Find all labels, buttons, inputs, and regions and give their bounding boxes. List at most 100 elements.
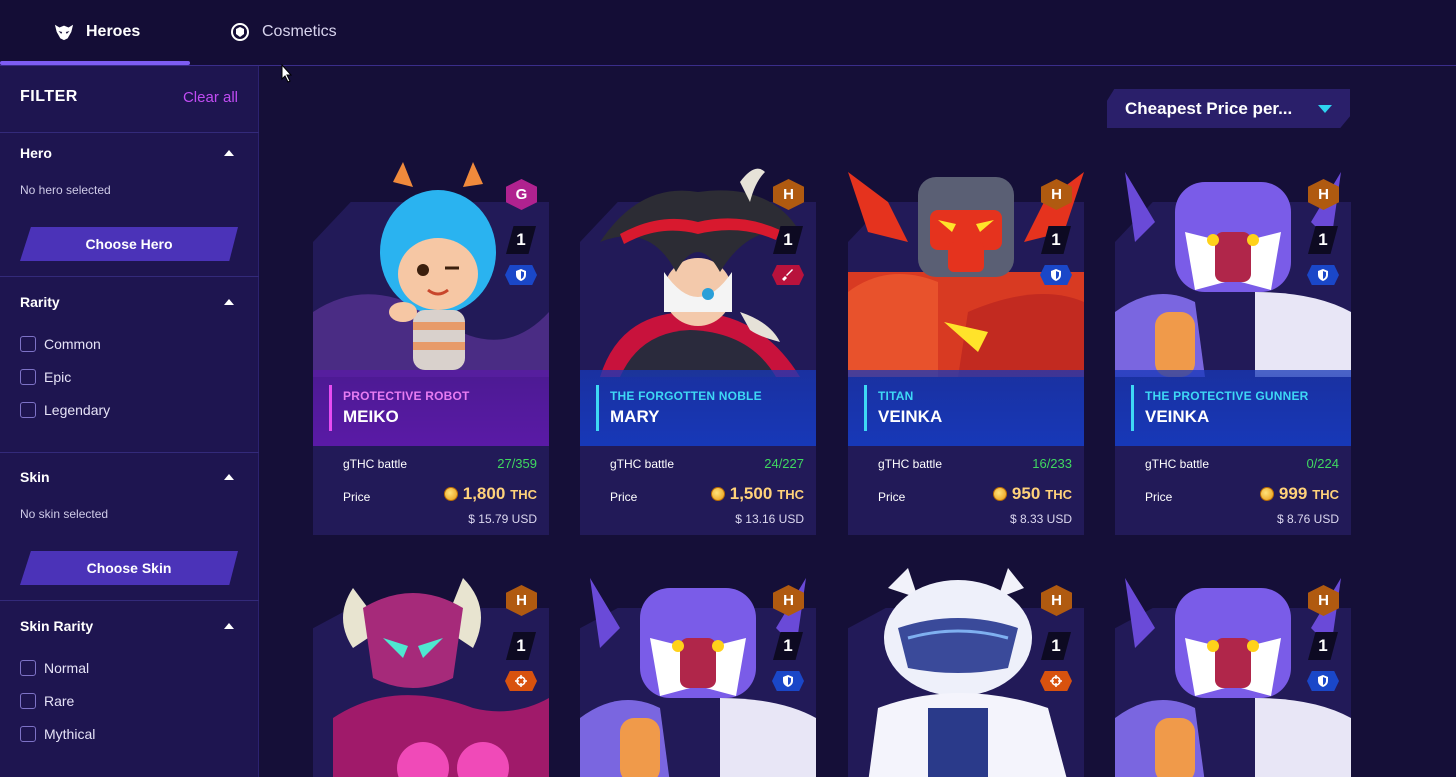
hero-card[interactable]: H 1 — [848, 568, 1084, 777]
clear-all-link[interactable]: Clear all — [183, 89, 238, 106]
price-currency: THC — [1045, 486, 1072, 502]
battle-value: 27/359 — [497, 456, 537, 471]
battle-label: gTHC battle — [1145, 457, 1210, 471]
divider — [0, 276, 259, 277]
checkbox[interactable] — [20, 726, 36, 742]
battle-value: 16/233 — [1032, 456, 1072, 471]
skin-rarity-option-normal[interactable]: Normal — [20, 660, 89, 676]
name-band: .b1::before{background:#e84cf2;} PROTECT… — [313, 370, 549, 446]
price-amount: 999 — [1278, 484, 1308, 503]
price-row: Price 1,800 THC — [343, 484, 537, 504]
price-label: Price — [343, 490, 371, 504]
checkbox[interactable] — [20, 369, 36, 385]
accent-bar — [1131, 385, 1134, 431]
option-label: Rare — [44, 693, 75, 709]
option-label: Epic — [44, 369, 72, 385]
rarity-section-header[interactable]: Rarity — [20, 294, 234, 310]
tab-cosmetics[interactable]: Cosmetics — [230, 0, 337, 64]
hero-card[interactable]: H 1 THE FORGOTTEN NOBLE MARY gTHC battle… — [580, 162, 816, 535]
option-label: Normal — [44, 660, 90, 676]
crosshair-icon — [505, 671, 537, 691]
battle-row: gTHC battle 24/227 — [610, 456, 804, 471]
shield-icon — [1307, 671, 1339, 691]
battle-label: gTHC battle — [343, 457, 408, 471]
choose-skin-button[interactable]: Choose Skin — [20, 551, 238, 585]
collapse-caret-icon[interactable] — [224, 474, 234, 480]
hero-card[interactable]: H 1 THE PROTECTIVE GUNNER VEINKA gTHC ba… — [1115, 162, 1351, 535]
hero-card[interactable]: H 1 — [1115, 568, 1351, 777]
checkbox[interactable] — [20, 336, 36, 352]
checkbox[interactable] — [20, 693, 36, 709]
choose-hero-button[interactable]: Choose Hero — [20, 227, 238, 261]
checkbox[interactable] — [20, 402, 36, 418]
price-value: 1,500 THC — [710, 484, 804, 504]
price-value: 1,800 THC — [443, 484, 537, 504]
hero-card[interactable]: H 1 — [313, 568, 549, 777]
collapse-caret-icon[interactable] — [224, 299, 234, 305]
checkbox[interactable] — [20, 660, 36, 676]
rarity-option-epic[interactable]: Epic — [20, 369, 71, 385]
battle-row: gTHC battle 16/233 — [878, 456, 1072, 471]
price-value: 950 THC — [992, 484, 1072, 504]
hero-empty-text: No hero selected — [20, 183, 111, 197]
name-band: THE FORGOTTEN NOBLE MARY — [580, 370, 816, 446]
price-label: Price — [610, 490, 638, 504]
sort-dropdown[interactable]: Cheapest Price per... — [1107, 89, 1350, 128]
filter-title: FILTER — [20, 88, 78, 105]
price-currency: THC — [1312, 486, 1339, 502]
section-title: Skin Rarity — [20, 618, 94, 634]
section-title: Hero — [20, 145, 52, 161]
hero-subtitle: THE PROTECTIVE GUNNER — [1145, 389, 1309, 403]
collapse-caret-icon[interactable] — [224, 623, 234, 629]
price-amount: 1,800 — [462, 484, 506, 503]
hero-card[interactable]: G 1 .b1::before{background:#e84cf2;} PRO… — [313, 162, 549, 535]
hero-subtitle: TITAN — [878, 389, 914, 403]
cosmetic-icon — [230, 22, 250, 42]
option-label: Legendary — [44, 402, 111, 418]
tab-heroes[interactable]: Heroes — [54, 0, 140, 64]
shield-icon — [772, 671, 804, 691]
price-amount: 1,500 — [729, 484, 773, 503]
tab-label: Heroes — [86, 23, 141, 40]
chevron-down-icon — [1318, 105, 1332, 113]
sword-icon — [772, 265, 804, 285]
skin-rarity-option-rare[interactable]: Rare — [20, 693, 74, 709]
hero-name: VEINKA — [878, 407, 943, 426]
skin-empty-text: No skin selected — [20, 507, 109, 521]
price-label: Price — [878, 490, 906, 504]
divider — [0, 600, 259, 601]
card-stats: gTHC battle 0/224 Price 999 THC $ 8.76 U… — [1115, 446, 1351, 536]
thc-coin-icon — [992, 487, 1007, 501]
section-title: Skin — [20, 469, 50, 485]
hero-card[interactable]: H 1 TITAN VEINKA gTHC battle 16/233 Pric… — [848, 162, 1084, 535]
name-band: THE PROTECTIVE GUNNER VEINKA — [1115, 370, 1351, 446]
rarity-option-legendary[interactable]: Legendary — [20, 402, 110, 418]
hero-subtitle: THE FORGOTTEN NOBLE — [610, 389, 762, 403]
accent-bar — [864, 385, 867, 431]
shield-icon — [505, 265, 537, 285]
collapse-caret-icon[interactable] — [224, 150, 234, 156]
hero-section-header[interactable]: Hero — [20, 145, 234, 161]
usd-price: $ 15.79 USD — [468, 512, 537, 526]
price-row: Price 999 THC — [1145, 484, 1339, 504]
option-label: Mythical — [44, 726, 96, 742]
skin-section-header[interactable]: Skin — [20, 469, 234, 485]
hero-name: VEINKA — [1145, 407, 1210, 426]
hero-card[interactable]: H 1 — [580, 568, 816, 777]
battle-label: gTHC battle — [878, 457, 943, 471]
rarity-option-common[interactable]: Common — [20, 336, 101, 352]
price-row: Price 1,500 THC — [610, 484, 804, 504]
skin-rarity-section-header[interactable]: Skin Rarity — [20, 618, 234, 634]
divider — [0, 132, 259, 133]
skin-rarity-option-mythical[interactable]: Mythical — [20, 726, 95, 742]
price-value: 999 THC — [1259, 484, 1339, 504]
divider — [0, 452, 259, 453]
usd-price: $ 13.16 USD — [735, 512, 804, 526]
hero-name: MARY — [610, 407, 660, 426]
hero-name: MEIKO — [343, 407, 399, 426]
card-stats: gTHC battle 27/359 Price 1,800 THC $ 15.… — [313, 446, 549, 536]
thc-coin-icon — [710, 487, 725, 501]
section-title: Rarity — [20, 294, 60, 310]
price-label: Price — [1145, 490, 1173, 504]
thc-coin-icon — [1259, 487, 1274, 501]
